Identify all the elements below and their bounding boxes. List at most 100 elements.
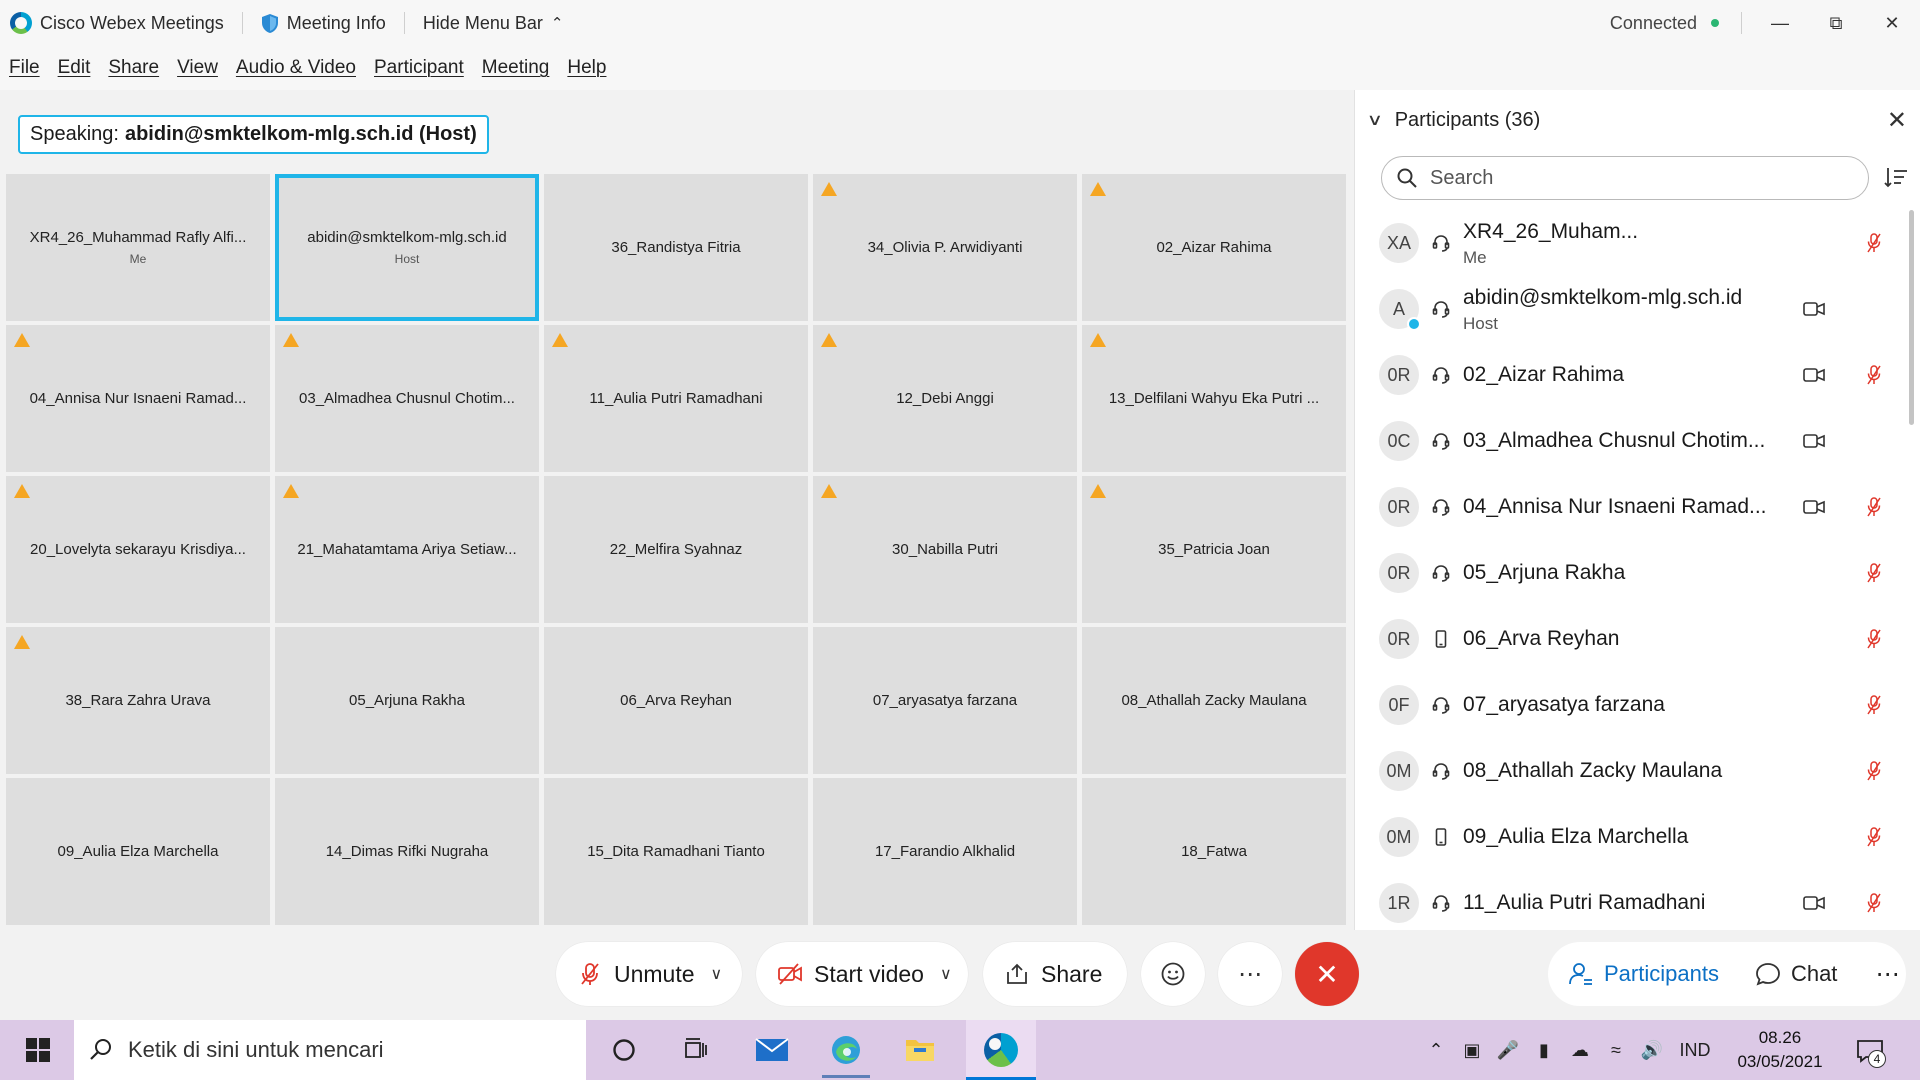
participant-row[interactable]: 0F 07_aryasatya farzana <box>1355 672 1905 738</box>
mic-muted-icon[interactable] <box>1865 496 1883 518</box>
onedrive-icon[interactable]: ☁ <box>1562 1040 1598 1061</box>
video-tile[interactable]: 36_Randistya Fitria <box>544 174 808 321</box>
participant-row[interactable]: 0M 08_Athallah Zacky Maulana <box>1355 738 1905 804</box>
mic-muted-icon[interactable] <box>1865 892 1883 914</box>
headset-icon <box>1432 499 1450 516</box>
notification-center-button[interactable]: 4 <box>1852 1034 1888 1068</box>
battery-icon[interactable]: ▮ <box>1526 1040 1562 1061</box>
chevron-down-icon[interactable]: ∨ <box>711 964 723 984</box>
leave-meeting-button[interactable]: ✕ <box>1295 942 1359 1006</box>
participant-row[interactable]: 0M 09_Aulia Elza Marchella <box>1355 804 1905 870</box>
microphone-icon[interactable]: 🎤 <box>1490 1040 1526 1061</box>
menu-file[interactable]: File <box>9 57 40 79</box>
close-window-button[interactable]: ✕ <box>1864 0 1920 46</box>
task-view-button[interactable] <box>664 1020 728 1080</box>
participant-row[interactable]: XA XR4_26_Muham... Me <box>1355 210 1905 276</box>
restore-button[interactable]: ⧉ <box>1808 0 1864 46</box>
video-tile[interactable]: 18_Fatwa <box>1082 778 1346 925</box>
mic-muted-icon[interactable] <box>1865 364 1883 386</box>
tile-participant-name: 22_Melfira Syahnaz <box>609 541 743 558</box>
search-input[interactable] <box>1430 166 1830 190</box>
unmute-button[interactable]: Unmute ∨ <box>556 942 742 1006</box>
video-tile[interactable]: 03_Almadhea Chusnul Chotim... <box>275 325 539 472</box>
participant-row[interactable]: 0C 03_Almadhea Chusnul Chotim... <box>1355 408 1905 474</box>
reactions-button[interactable] <box>1141 942 1205 1006</box>
cortana-button[interactable] <box>592 1020 656 1080</box>
participants-toggle-button[interactable]: Participants <box>1548 942 1739 1006</box>
tile-participant-name: 12_Debi Anggi <box>896 390 994 407</box>
participant-search[interactable] <box>1381 156 1869 200</box>
chevron-down-icon[interactable]: ∨ <box>1367 110 1383 130</box>
menu-help[interactable]: Help <box>567 57 606 79</box>
edge-app[interactable] <box>814 1020 878 1080</box>
menu-participant[interactable]: Participant <box>374 57 464 79</box>
mic-muted-icon[interactable] <box>1865 694 1883 716</box>
close-panel-button[interactable]: ✕ <box>1887 106 1907 135</box>
chevron-down-icon[interactable]: ∨ <box>940 964 952 984</box>
chat-toggle-button[interactable]: Chat <box>1739 942 1857 1006</box>
video-tile[interactable]: 08_Athallah Zacky Maulana <box>1082 627 1346 774</box>
scrollbar[interactable] <box>1909 210 1914 425</box>
video-tile[interactable]: 04_Annisa Nur Isnaeni Ramad... <box>6 325 270 472</box>
warning-icon <box>1090 333 1106 347</box>
start-video-button[interactable]: Start video ∨ <box>756 942 968 1006</box>
warning-icon <box>14 484 30 498</box>
video-tile[interactable]: 14_Dimas Rifki Nugraha <box>275 778 539 925</box>
wifi-icon[interactable]: ≈ <box>1598 1040 1634 1061</box>
chevron-up-icon[interactable]: ⌃ <box>1418 1040 1454 1061</box>
start-button[interactable] <box>10 1020 66 1080</box>
video-tile[interactable]: 07_aryasatya farzana <box>813 627 1077 774</box>
menu-share[interactable]: Share <box>108 57 159 79</box>
more-panels-button[interactable]: ⋯ <box>1857 942 1913 1006</box>
video-tile[interactable]: 20_Lovelyta sekarayu Krisdiya... <box>6 476 270 623</box>
mail-app[interactable] <box>740 1020 804 1080</box>
taskbar-search[interactable]: Ketik di sini untuk mencari <box>74 1020 586 1080</box>
menu-audio-video[interactable]: Audio & Video <box>236 57 356 79</box>
video-off-icon <box>778 963 802 985</box>
sort-icon[interactable] <box>1884 166 1908 188</box>
participant-row[interactable]: 1R 11_Aulia Putri Ramadhani <box>1355 870 1905 936</box>
video-tile[interactable]: 13_Delfilani Wahyu Eka Putri ... <box>1082 325 1346 472</box>
participant-row[interactable]: 0R 05_Arjuna Rakha <box>1355 540 1905 606</box>
video-tile[interactable]: 06_Arva Reyhan <box>544 627 808 774</box>
video-tile[interactable]: 15_Dita Ramadhani Tianto <box>544 778 808 925</box>
video-tile[interactable]: 34_Olivia P. Arwidiyanti <box>813 174 1077 321</box>
warning-icon <box>552 333 568 347</box>
mic-muted-icon[interactable] <box>1865 826 1883 848</box>
video-tile[interactable]: 05_Arjuna Rakha <box>275 627 539 774</box>
video-tile[interactable]: 11_Aulia Putri Ramadhani <box>544 325 808 472</box>
participant-row[interactable]: 0R 04_Annisa Nur Isnaeni Ramad... <box>1355 474 1905 540</box>
video-tile[interactable]: 21_Mahatamtama Ariya Setiaw... <box>275 476 539 623</box>
video-tile[interactable]: abidin@smktelkom-mlg.sch.id Host <box>275 174 539 321</box>
file-explorer-app[interactable] <box>888 1020 952 1080</box>
video-tile[interactable]: 02_Aizar Rahima <box>1082 174 1346 321</box>
video-tile[interactable]: 30_Nabilla Putri <box>813 476 1077 623</box>
video-tile[interactable]: 17_Farandio Alkhalid <box>813 778 1077 925</box>
video-tile[interactable]: 38_Rara Zahra Urava <box>6 627 270 774</box>
language-indicator[interactable]: IND <box>1670 1040 1720 1061</box>
mic-muted-icon[interactable] <box>1865 628 1883 650</box>
participant-row[interactable]: 0R 06_Arva Reyhan <box>1355 606 1905 672</box>
minimize-button[interactable]: — <box>1752 0 1808 46</box>
menu-edit[interactable]: Edit <box>58 57 91 79</box>
participant-row[interactable]: 0R 02_Aizar Rahima <box>1355 342 1905 408</box>
more-options-button[interactable]: ⋯ <box>1218 942 1282 1006</box>
video-tile[interactable]: 09_Aulia Elza Marchella <box>6 778 270 925</box>
mic-muted-icon[interactable] <box>1865 562 1883 584</box>
video-tile[interactable]: 22_Melfira Syahnaz <box>544 476 808 623</box>
share-button[interactable]: Share <box>983 942 1127 1006</box>
volume-icon[interactable]: 🔊 <box>1634 1040 1670 1061</box>
hide-menu-bar-button[interactable]: Hide Menu Bar ⌃ <box>423 0 564 46</box>
menu-meeting[interactable]: Meeting <box>482 57 550 79</box>
mic-muted-icon[interactable] <box>1865 760 1883 782</box>
clock[interactable]: 08.26 03/05/2021 <box>1730 1026 1830 1074</box>
meeting-info-button[interactable]: Meeting Info <box>261 0 386 46</box>
menu-view[interactable]: View <box>177 57 218 79</box>
webex-app[interactable] <box>966 1020 1036 1080</box>
video-tile[interactable]: 12_Debi Anggi <box>813 325 1077 472</box>
mic-muted-icon[interactable] <box>1865 232 1883 254</box>
meet-now-icon[interactable]: ▣ <box>1454 1040 1490 1061</box>
video-tile[interactable]: XR4_26_Muhammad Rafly Alfi... Me <box>6 174 270 321</box>
video-tile[interactable]: 35_Patricia Joan <box>1082 476 1346 623</box>
participant-row[interactable]: Aabidin@smktelkom-mlg.sch.id Host <box>1355 276 1905 342</box>
